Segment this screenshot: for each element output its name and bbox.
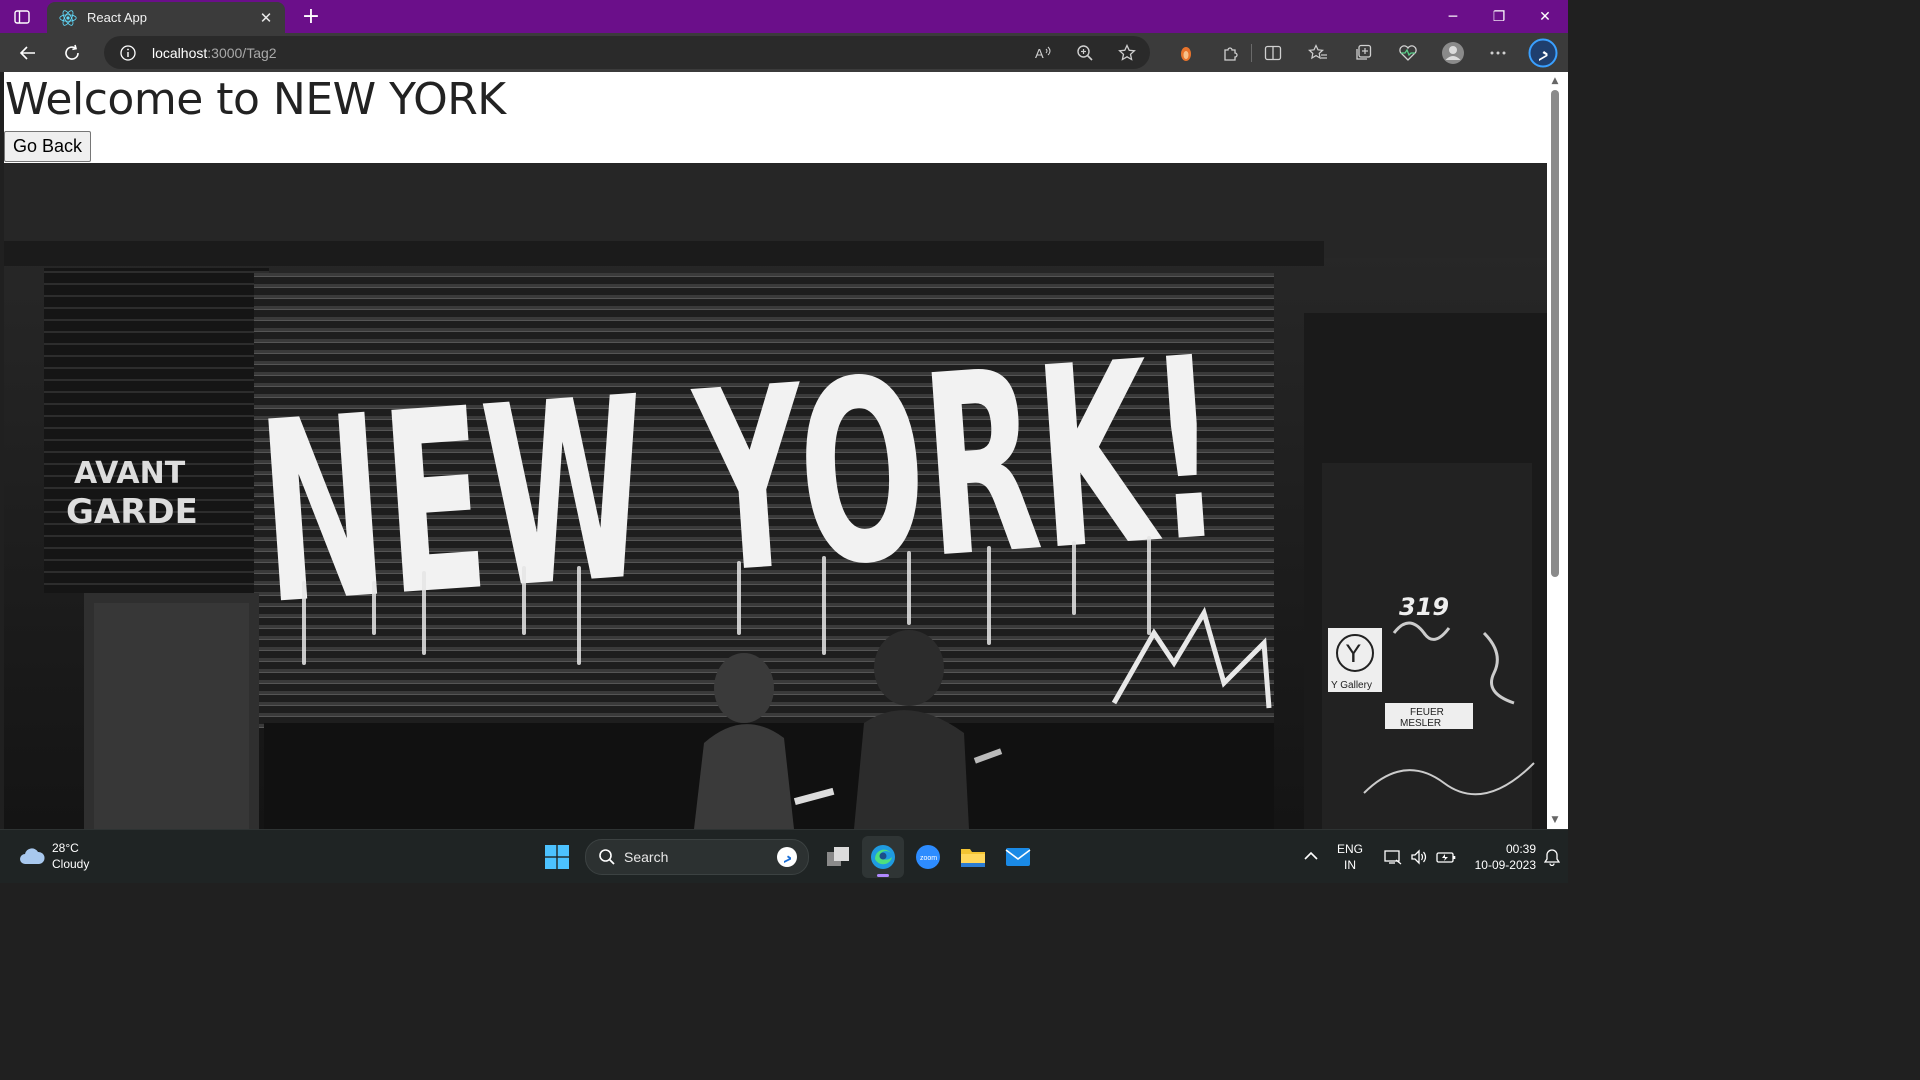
browser-toolbar: localhost:3000/Tag2 A xyxy=(0,33,1568,72)
back-button[interactable] xyxy=(10,37,46,69)
weather-widget[interactable]: 28°C Cloudy xyxy=(18,840,89,872)
bing-icon xyxy=(777,847,797,867)
site-info-icon[interactable] xyxy=(119,44,137,62)
zoom-icon[interactable] xyxy=(1072,40,1098,66)
url-text[interactable]: localhost:3000/Tag2 xyxy=(152,45,277,61)
page-viewport: Welcome to NEW YORK Go Back NEW AVANT GA… xyxy=(4,72,1547,829)
notification-bell-icon[interactable] xyxy=(1536,848,1568,866)
browser-tab-active[interactable]: React App ✕ xyxy=(47,2,285,33)
y-gallery-letter: Y xyxy=(1345,640,1361,668)
active-app-indicator xyxy=(877,874,889,877)
windows-taskbar: 28°C Cloudy Search zoom ENG IN 00:39 10-… xyxy=(0,829,1568,883)
collections-icon[interactable] xyxy=(1340,33,1385,72)
url-path: :3000/Tag2 xyxy=(207,44,277,61)
back-arrow-icon xyxy=(19,45,35,60)
extension-icon[interactable] xyxy=(1163,33,1208,72)
taskbar-apps: Search zoom xyxy=(536,836,1042,878)
language-indicator[interactable]: ENG IN xyxy=(1326,841,1374,873)
cloud-icon xyxy=(20,848,45,864)
react-logo-icon xyxy=(59,9,77,27)
file-explorer-icon[interactable] xyxy=(952,836,994,878)
performance-icon[interactable] xyxy=(1385,33,1430,72)
scroll-up-arrow-icon[interactable]: ▲ xyxy=(1550,76,1560,86)
edge-browser-taskbar-icon[interactable] xyxy=(862,836,904,878)
search-label: Search xyxy=(624,849,669,865)
svg-text:zoom: zoom xyxy=(920,855,937,862)
garde-sign: GARDE xyxy=(66,492,198,532)
language-code: ENG xyxy=(1336,841,1363,856)
bing-copilot-icon[interactable] xyxy=(1520,33,1565,72)
close-window-button[interactable]: ✕ xyxy=(1522,0,1568,33)
weather-condition: Cloudy xyxy=(52,857,90,871)
page-title: Welcome to NEW YORK xyxy=(5,74,506,125)
y-gallery-label: Y Gallery xyxy=(1331,680,1372,691)
feuer-label: FEUER xyxy=(1410,707,1444,718)
svg-text:A: A xyxy=(1035,46,1044,61)
number-319: 319 xyxy=(1399,593,1449,621)
tab-title: React App xyxy=(87,10,147,25)
scroll-down-arrow-icon[interactable]: ▼ xyxy=(1550,815,1560,825)
window-controls: ─ ❐ ✕ xyxy=(1430,0,1568,33)
new-york-graffiti-photo: NEW YORK! AVANT GARDE 319 Y Y Gallery FE… xyxy=(4,163,1547,829)
restore-button[interactable]: ❐ xyxy=(1476,0,1522,33)
task-view-icon[interactable] xyxy=(817,836,859,878)
clock-time: 00:39 xyxy=(1505,841,1536,856)
puzzle-icon[interactable] xyxy=(1208,33,1253,72)
page-scrollbar[interactable]: ▲ ▼ xyxy=(1547,72,1568,829)
refresh-button[interactable] xyxy=(54,37,90,69)
favorites-icon[interactable] xyxy=(1295,33,1340,72)
avant-sign: AVANT xyxy=(74,456,186,491)
mail-app-icon[interactable] xyxy=(997,836,1039,878)
taskbar-search[interactable]: Search xyxy=(585,839,809,875)
go-back-button[interactable]: Go Back xyxy=(4,131,92,162)
clock[interactable]: 00:39 10-09-2023 xyxy=(1466,841,1536,873)
weather-temp: 28°C xyxy=(52,841,79,855)
sidebar-toggle-icon[interactable] xyxy=(0,0,44,33)
volume-icon xyxy=(1411,848,1427,865)
battery-icon xyxy=(1436,851,1456,863)
minimize-button[interactable]: ─ xyxy=(1430,0,1476,33)
search-icon xyxy=(599,849,615,865)
read-aloud-icon[interactable]: A xyxy=(1030,40,1056,66)
clock-date: 10-09-2023 xyxy=(1474,857,1536,872)
profile-avatar-icon[interactable] xyxy=(1430,33,1475,72)
split-screen-icon[interactable] xyxy=(1250,33,1295,72)
scroll-thumb[interactable] xyxy=(1551,90,1559,577)
system-icons[interactable] xyxy=(1384,848,1456,865)
network-icon xyxy=(1384,849,1402,865)
url-host: localhost xyxy=(152,44,208,61)
tab-close-icon[interactable]: ✕ xyxy=(257,9,275,27)
address-bar[interactable]: localhost:3000/Tag2 A xyxy=(104,36,1150,69)
zoom-app-icon[interactable]: zoom xyxy=(907,836,949,878)
refresh-icon xyxy=(65,44,79,60)
show-hidden-icons-chevron-icon[interactable] xyxy=(1296,849,1326,865)
system-tray: ENG IN 00:39 10-09-2023 xyxy=(1296,830,1568,883)
language-region: IN xyxy=(1344,857,1356,872)
windows-start-icon[interactable] xyxy=(536,836,578,878)
mesler-label: MESLER xyxy=(1400,718,1441,729)
browser-title-bar: React App ✕ + ─ ❐ ✕ xyxy=(0,0,1568,33)
more-menu-icon[interactable] xyxy=(1475,33,1520,72)
favorite-star-icon[interactable] xyxy=(1114,40,1140,66)
new-tab-button[interactable]: + xyxy=(299,0,323,33)
toolbar-icons xyxy=(1163,33,1565,72)
